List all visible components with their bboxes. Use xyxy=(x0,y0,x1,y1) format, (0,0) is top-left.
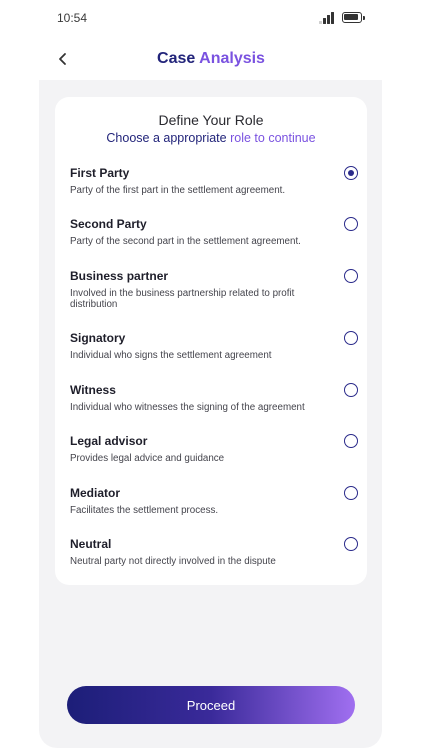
radio-button[interactable] xyxy=(344,331,358,345)
role-description: Individual who signs the settlement agre… xyxy=(70,350,272,361)
card-subtitle-part1: Choose a appropriate xyxy=(106,131,227,145)
role-name: Signatory xyxy=(70,331,126,345)
proceed-button[interactable]: Proceed xyxy=(67,686,355,724)
radio-button[interactable] xyxy=(344,434,358,448)
role-option-neutral[interactable]: Neutral Neutral party not directly invol… xyxy=(70,537,358,567)
radio-button[interactable] xyxy=(344,217,358,231)
role-description: Neutral party not directly involved in t… xyxy=(70,556,276,567)
radio-button[interactable] xyxy=(344,537,358,551)
role-name: Legal advisor xyxy=(70,434,148,448)
role-option-mediator[interactable]: Mediator Facilitates the settlement proc… xyxy=(70,486,358,516)
radio-button[interactable] xyxy=(344,383,358,397)
role-option-first-party[interactable]: First Party Party of the first part in t… xyxy=(70,166,358,196)
page-title-part2: Analysis xyxy=(199,50,265,67)
role-description: Party of the second part in the settleme… xyxy=(70,236,301,247)
cellular-signal-icon xyxy=(319,12,335,24)
battery-icon xyxy=(342,12,365,23)
role-option-second-party[interactable]: Second Party Party of the second part in… xyxy=(70,217,358,247)
page-title-part1: Case xyxy=(157,50,196,67)
radio-button[interactable] xyxy=(344,166,358,180)
page-title: Case Analysis xyxy=(0,50,422,68)
role-description: Provides legal advice and guidance xyxy=(70,453,225,464)
card-title: Define Your Role xyxy=(158,112,264,128)
role-description: Individual who witnesses the signing of … xyxy=(70,402,305,413)
role-description: Facilitates the settlement process. xyxy=(70,505,219,516)
role-name: Second Party xyxy=(70,217,147,231)
role-name: First Party xyxy=(70,166,130,180)
status-bar: 10:54 xyxy=(0,0,422,36)
role-option-business-partner[interactable]: Business partner Involved in the busines… xyxy=(70,269,358,310)
radio-button[interactable] xyxy=(344,269,358,283)
role-description: Involved in the business partnership rel… xyxy=(70,288,295,310)
card-subtitle: Choose a appropriate role to continue xyxy=(55,131,367,145)
role-option-signatory[interactable]: Signatory Individual who signs the settl… xyxy=(70,331,358,361)
role-option-witness[interactable]: Witness Individual who witnesses the sig… xyxy=(70,383,358,413)
radio-button[interactable] xyxy=(344,486,358,500)
role-name: Witness xyxy=(70,383,116,397)
role-description: Party of the first part in the settlemen… xyxy=(70,185,286,196)
role-name: Business partner xyxy=(70,269,169,283)
status-time: 10:54 xyxy=(57,11,88,25)
role-name: Neutral xyxy=(70,537,112,551)
card-subtitle-part2: role to continue xyxy=(230,131,316,145)
role-card: Define Your Role Choose a appropriate ro… xyxy=(55,97,367,585)
role-option-legal-advisor[interactable]: Legal advisor Provides legal advice and … xyxy=(70,434,358,464)
role-name: Mediator xyxy=(70,486,121,500)
header: Case Analysis xyxy=(0,42,422,78)
